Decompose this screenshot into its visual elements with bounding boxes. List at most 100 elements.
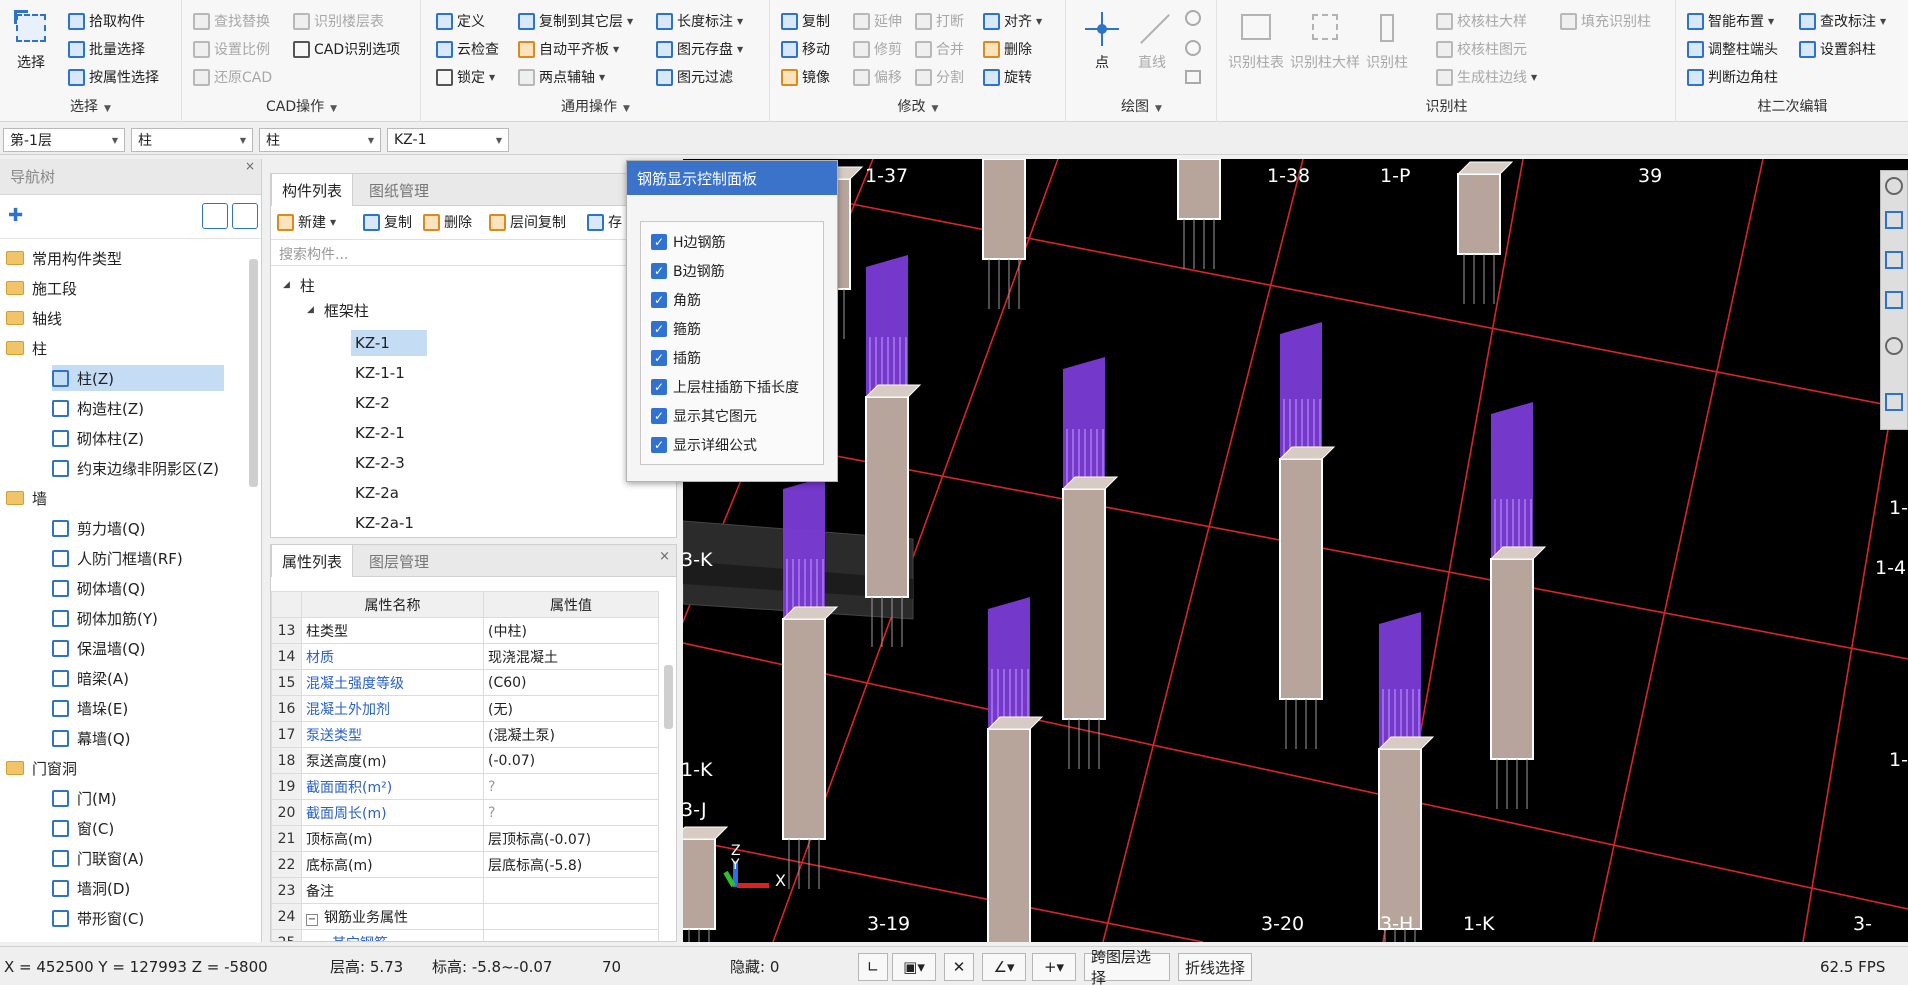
- property-row[interactable]: 13 柱类型 (中柱): [271, 617, 659, 644]
- element-storage-button[interactable]: 图元存盘 ▼: [656, 36, 743, 62]
- category-select[interactable]: 柱 ▼: [131, 128, 253, 152]
- adjust-column-end-button[interactable]: 调整柱端头: [1687, 36, 1778, 62]
- select-by-attr-button[interactable]: 按属性选择: [68, 64, 159, 90]
- set-slant-column-button[interactable]: 设置斜柱: [1799, 36, 1876, 62]
- property-row[interactable]: 23 备注: [271, 877, 659, 904]
- nav-item[interactable]: 保温墙(Q): [52, 635, 146, 661]
- nav-item[interactable]: 墙垛(E): [52, 695, 128, 721]
- tree-root-column[interactable]: ◢ 柱: [283, 272, 315, 298]
- proplist-close-button[interactable]: ×: [659, 549, 670, 564]
- auto-level-slab-button[interactable]: 自动平齐板 ▼: [518, 36, 619, 62]
- identify-column-table-button[interactable]: 识别柱表: [1228, 10, 1284, 72]
- grid-icon[interactable]: [1885, 393, 1903, 411]
- arc-icon[interactable]: [1185, 10, 1201, 26]
- prop-scrollbar[interactable]: [664, 665, 673, 729]
- view-box-icon[interactable]: [1885, 211, 1903, 229]
- snap-toggle[interactable]: ▣▾: [892, 953, 936, 981]
- nav-item[interactable]: 人防门框墙(RF): [52, 545, 183, 571]
- floor-select[interactable]: 第-1层 ▼: [3, 128, 125, 152]
- nav-item[interactable]: 带形窗(C): [52, 905, 144, 931]
- nav-folder[interactable]: 门窗洞: [6, 755, 77, 781]
- rebar-option-checkbox[interactable]: ✓ 上层柱插筋下插长度: [651, 377, 799, 397]
- prop-value[interactable]: 现浇混凝土: [483, 643, 659, 670]
- cloud-check-button[interactable]: 云检查: [436, 36, 499, 62]
- component-row[interactable]: KZ-2-1: [351, 420, 427, 446]
- nav-item[interactable]: 约束边缘非阴影区(Z): [52, 455, 219, 481]
- floor-copy-button[interactable]: 层间复制: [489, 212, 566, 232]
- nav-item[interactable]: 窗(C): [52, 815, 114, 841]
- group-title-draw[interactable]: 绘图 ▼: [1067, 96, 1216, 116]
- nav-item[interactable]: 门(M): [52, 785, 117, 811]
- property-row[interactable]: 25其它钢筋: [271, 929, 659, 941]
- check-column-detail-button[interactable]: 校核柱大样: [1436, 8, 1527, 34]
- align-button[interactable]: 对齐 ▼: [983, 8, 1042, 34]
- point-button[interactable]: 点: [1083, 10, 1121, 72]
- move-button[interactable]: 移动: [781, 36, 830, 62]
- set-ratio-button[interactable]: 设置比例: [193, 36, 270, 62]
- identify-floor-table-button[interactable]: 识别楼层表: [293, 8, 384, 34]
- delete-component-button[interactable]: 删除: [423, 212, 472, 232]
- property-row[interactable]: 21 顶标高(m) 层顶标高(-0.07): [271, 825, 659, 852]
- prop-value[interactable]: 层顶标高(-0.07): [483, 825, 659, 852]
- refresh-icon[interactable]: [1885, 337, 1903, 355]
- smart-layout-button[interactable]: 智能布置 ▼: [1687, 8, 1774, 34]
- component-select[interactable]: KZ-1 ▼: [387, 128, 509, 152]
- type-select[interactable]: 柱 ▼: [259, 128, 381, 152]
- nav-add-icon[interactable]: ✚: [8, 205, 23, 226]
- cross-toggle[interactable]: ✕: [944, 953, 974, 981]
- nav-folder[interactable]: 施工段: [6, 275, 77, 301]
- copy-component-button[interactable]: 复制: [363, 212, 412, 232]
- property-row[interactable]: 14 材质 现浇混凝土: [271, 643, 659, 670]
- nav-item[interactable]: 墙洞(D): [52, 875, 130, 901]
- rebar-option-checkbox[interactable]: ✓ 显示其它图元: [651, 406, 757, 426]
- prop-value[interactable]: (混凝土泵): [483, 721, 659, 748]
- ortho-toggle[interactable]: ∟: [858, 953, 888, 981]
- nav-folder[interactable]: 墙: [6, 485, 47, 511]
- extend-button[interactable]: 延伸: [853, 8, 902, 34]
- rebar-option-checkbox[interactable]: ✓ B边钢筋: [651, 261, 725, 281]
- component-row[interactable]: KZ-2a: [351, 480, 427, 506]
- list-view-icon[interactable]: [202, 203, 228, 229]
- identify-column-detail-button[interactable]: 识别柱大样: [1290, 10, 1360, 72]
- component-row[interactable]: KZ-2a-1: [351, 510, 427, 536]
- prop-value[interactable]: (无): [483, 695, 659, 722]
- tree-frame-column[interactable]: ◢ 框架柱: [307, 297, 369, 323]
- rect-icon[interactable]: [1185, 70, 1201, 84]
- orbit-icon[interactable]: [1885, 177, 1903, 195]
- property-row[interactable]: 16 混凝土外加剂 (无): [271, 695, 659, 722]
- copy-to-floor-button[interactable]: 复制到其它层 ▼: [518, 8, 633, 34]
- nav-item[interactable]: 砌体墙(Q): [52, 575, 146, 601]
- delete-button[interactable]: 删除: [983, 36, 1032, 62]
- tab-property-list[interactable]: 属性列表: [271, 545, 354, 577]
- prop-value[interactable]: (C60): [483, 669, 659, 696]
- tab-component-list[interactable]: 构件列表: [271, 174, 354, 206]
- circle-icon[interactable]: [1185, 40, 1201, 56]
- group-title-modify[interactable]: 修改 ▼: [771, 96, 1065, 116]
- new-button[interactable]: 新建 ▼: [277, 212, 336, 232]
- prop-value[interactable]: (中柱): [483, 617, 659, 644]
- lock-button[interactable]: 锁定 ▼: [436, 64, 495, 90]
- trim-button[interactable]: 修剪: [853, 36, 902, 62]
- generate-column-edge-button[interactable]: 生成柱边线 ▼: [1436, 64, 1537, 90]
- rebar-option-checkbox[interactable]: ✓ 显示详细公式: [651, 435, 757, 455]
- group-title-select[interactable]: 选择 ▼: [0, 96, 181, 116]
- property-row[interactable]: 22 底标高(m) 层底标高(-5.8): [271, 851, 659, 878]
- property-row[interactable]: 18 泵送高度(m) (-0.07): [271, 747, 659, 774]
- modify-mark-button[interactable]: 查改标注 ▼: [1799, 8, 1886, 34]
- group-title-general[interactable]: 通用操作 ▼: [422, 96, 769, 116]
- prop-value[interactable]: [483, 929, 659, 941]
- nav-item[interactable]: 暗梁(A): [52, 665, 129, 691]
- find-replace-button[interactable]: 查找替换: [193, 8, 270, 34]
- nav-item[interactable]: 构造柱(Z): [52, 395, 144, 421]
- cross-floor-select-button[interactable]: 跨图层选择: [1084, 948, 1170, 985]
- rebar-option-checkbox[interactable]: ✓ 角筋: [651, 290, 701, 310]
- property-row[interactable]: 17 泵送类型 (混凝土泵): [271, 721, 659, 748]
- split-button[interactable]: 分割: [915, 64, 964, 90]
- prop-value[interactable]: [483, 903, 659, 930]
- property-row[interactable]: 15 混凝土强度等级 (C60): [271, 669, 659, 696]
- angle-toggle[interactable]: ∠▾: [982, 953, 1026, 981]
- rebar-option-checkbox[interactable]: ✓ H边钢筋: [651, 232, 726, 252]
- component-search-input[interactable]: 搜索构件...: [271, 240, 676, 266]
- 3d-viewport[interactable]: Z Y X 1-371-381-P391-3-K1-K3-J1-1-41-3-1…: [683, 159, 1908, 942]
- group-title-cad[interactable]: CAD操作 ▼: [183, 96, 420, 116]
